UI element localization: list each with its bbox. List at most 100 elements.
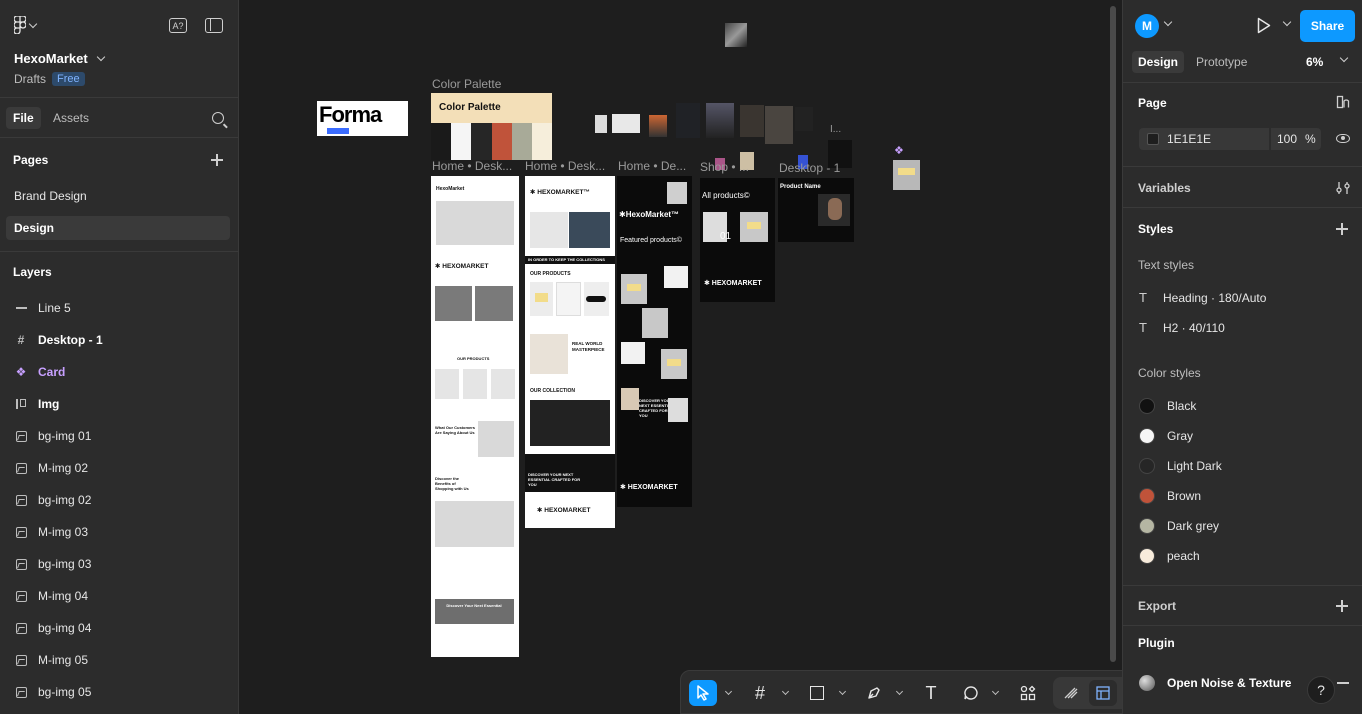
layer-item[interactable]: # Desktop - 1 [14, 330, 103, 350]
page-item-design[interactable]: Design [6, 216, 230, 240]
pen-tool-button[interactable] [860, 680, 888, 706]
chevron-down-icon[interactable] [895, 687, 904, 696]
add-style-icon[interactable] [1336, 223, 1348, 235]
canvas-image-thumb[interactable] [725, 23, 747, 47]
layer-item[interactable]: M-img 03 [14, 522, 88, 542]
layer-item[interactable]: M-img 04 [14, 586, 88, 606]
canvas-image-thumb[interactable] [740, 105, 764, 137]
text-tool-button[interactable]: T [917, 680, 945, 706]
share-button[interactable]: Share [1300, 10, 1355, 42]
color-style-item[interactable]: Black [1139, 398, 1196, 414]
color-style-item[interactable]: peach [1139, 548, 1200, 564]
layer-item[interactable]: bg-img 01 [14, 426, 91, 446]
canvas-scrollbar[interactable] [1110, 6, 1116, 662]
card-component[interactable] [893, 160, 920, 190]
add-page-icon[interactable] [211, 154, 223, 166]
layer-label: M-img 05 [38, 653, 89, 667]
canvas-image-thumb[interactable] [706, 103, 734, 138]
layer-item[interactable]: M-img 05 [14, 650, 88, 670]
chevron-down-icon[interactable] [1163, 17, 1173, 27]
canvas-image-thumb[interactable] [676, 103, 700, 138]
frame-label-home-3[interactable]: Home • De... [618, 159, 686, 173]
design-mode-button[interactable] [1089, 680, 1117, 706]
layer-item[interactable]: bg-img 03 [14, 554, 91, 574]
tab-prototype[interactable]: Prototype [1190, 51, 1253, 73]
desktop-1-frame[interactable]: Product Name [778, 178, 854, 242]
eye-icon[interactable] [1336, 134, 1350, 143]
shop-frame[interactable]: All products© 01 ✱ HEXOMARKET [700, 178, 775, 302]
chevron-down-icon[interactable] [991, 687, 1000, 696]
help-button[interactable]: ? [1307, 676, 1335, 704]
color-style-item[interactable]: Brown [1139, 488, 1201, 504]
plugin-item[interactable]: Open Noise & Texture [1139, 675, 1291, 691]
color-palette-frame[interactable]: Color Palette [431, 93, 553, 160]
color-style-item[interactable]: Gray [1139, 428, 1193, 444]
avatar[interactable]: M [1135, 14, 1159, 38]
chevron-down-icon[interactable] [781, 687, 790, 696]
search-icon[interactable] [212, 112, 224, 124]
background-hex[interactable]: 1E1E1E [1167, 132, 1211, 146]
library-icon[interactable] [1336, 95, 1350, 109]
tab-design[interactable]: Design [1132, 51, 1185, 73]
palette-swatch [511, 123, 532, 160]
divider [1123, 625, 1362, 626]
layer-item[interactable]: Img [14, 394, 59, 414]
variables-heading[interactable]: Variables [1138, 181, 1191, 195]
frame-label-color-palette[interactable]: Color Palette [432, 77, 501, 91]
canvas-image-thumb[interactable] [612, 114, 640, 133]
canvas-image-thumb[interactable] [765, 106, 793, 144]
layer-item[interactable]: bg-img 04 [14, 618, 91, 638]
canvas-image-thumb[interactable] [595, 115, 607, 133]
actions-icon [1020, 685, 1036, 701]
layer-item[interactable]: bg-img 02 [14, 490, 91, 510]
frame-label-shop[interactable]: Shop • ... [700, 160, 749, 174]
color-style-item[interactable]: Light Dark [1139, 458, 1222, 474]
frame-label-desktop-1[interactable]: Desktop - 1 [779, 161, 840, 175]
toggle-sidebar-button[interactable] [205, 18, 223, 33]
page-item-brand-design[interactable]: Brand Design [6, 184, 230, 208]
frame-label-misc[interactable]: I... [830, 124, 841, 135]
text-style-item[interactable]: T H2 · 40/110 [1139, 320, 1225, 335]
opacity-value[interactable]: 100 [1277, 132, 1297, 146]
page-background-field[interactable]: 1E1E1E [1139, 128, 1269, 150]
comment-tool-button[interactable] [957, 680, 985, 706]
canvas[interactable]: Forma Color Palette Color Palette I... ❖… [240, 0, 1122, 714]
shape-tool-button[interactable] [803, 680, 831, 706]
add-export-icon[interactable] [1336, 600, 1348, 612]
main-menu-button[interactable] [14, 16, 40, 34]
tab-file[interactable]: File [6, 107, 41, 129]
tab-assets[interactable]: Assets [46, 107, 96, 129]
chevron-down-icon[interactable] [1282, 17, 1292, 27]
background-swatch[interactable] [1147, 133, 1159, 145]
page-opacity-field[interactable]: 100 % [1271, 128, 1321, 150]
zoom-level[interactable]: 6% [1306, 55, 1323, 69]
layer-item[interactable]: ❖ Card [14, 362, 66, 382]
canvas-image-thumb[interactable] [649, 115, 667, 137]
frame-tool-button[interactable]: # [746, 680, 774, 706]
frame-label-home-1[interactable]: Home • Desk... [432, 159, 512, 173]
color-style-item[interactable]: Dark grey [1139, 518, 1219, 534]
frame-label-home-2[interactable]: Home • Desk... [525, 159, 605, 173]
variables-icon[interactable] [1336, 181, 1350, 195]
layer-item[interactable]: Line 5 [14, 298, 71, 318]
chevron-down-icon[interactable] [724, 687, 733, 696]
minimize-icon[interactable] [1337, 682, 1349, 684]
drafts-label[interactable]: Drafts [14, 72, 46, 86]
file-title[interactable]: HexoMarket [14, 51, 105, 66]
forma-frame[interactable]: Forma [317, 101, 408, 136]
move-tool-button[interactable] [689, 680, 717, 706]
chevron-down-icon[interactable] [1339, 53, 1349, 63]
present-play-icon[interactable] [1257, 17, 1271, 34]
ai-translate-button[interactable]: A? [169, 18, 187, 33]
home-desktop-frame-2[interactable]: ✱ HEXOMARKET™ IN ORDER TO KEEP THE COLLE… [525, 176, 615, 528]
export-heading[interactable]: Export [1138, 599, 1176, 613]
actions-tool-button[interactable] [1014, 680, 1042, 706]
home-desktop-frame-1[interactable]: HexoMarket ✱ HEXOMARKET OUR PRODUCTS Wha… [431, 176, 519, 657]
chevron-down-icon[interactable] [838, 687, 847, 696]
canvas-image-thumb[interactable] [795, 107, 813, 131]
home-desktop-frame-3[interactable]: ✱HexoMarket™ Featured products© DISCOVER… [617, 176, 692, 507]
text-style-item[interactable]: T Heading · 180/Auto [1139, 290, 1266, 305]
layer-item[interactable]: bg-img 05 [14, 682, 91, 702]
layer-item[interactable]: M-img 02 [14, 458, 88, 478]
draw-mode-button[interactable] [1057, 680, 1085, 706]
